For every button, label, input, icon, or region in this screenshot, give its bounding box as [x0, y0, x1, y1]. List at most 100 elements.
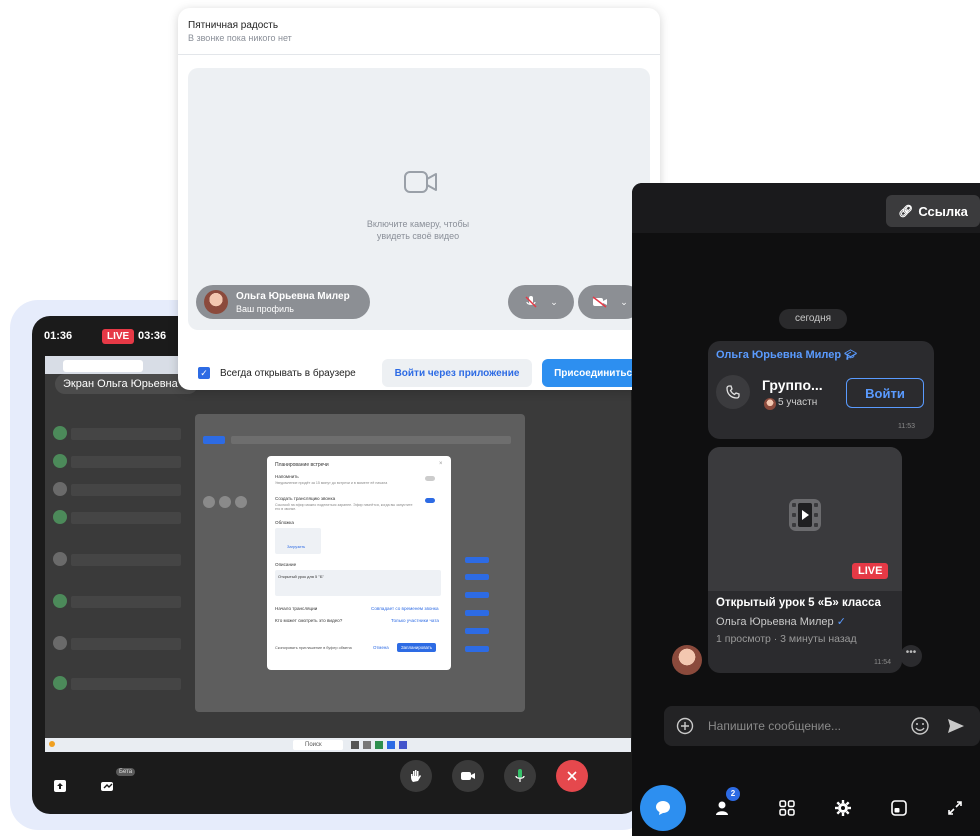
call-status: В звонке пока никого нет — [188, 33, 292, 43]
camera-off-icon — [592, 296, 608, 308]
chat-tab-button[interactable] — [640, 785, 686, 831]
taskbar-search[interactable]: Поиск — [293, 740, 343, 750]
microphone-off-icon — [525, 296, 537, 308]
message-time: 11:54 — [874, 659, 891, 666]
who-value[interactable]: Только участники чата — [391, 618, 439, 623]
camera-toggle-button[interactable] — [452, 760, 484, 792]
link-icon: 🔗︎ — [898, 204, 914, 218]
people-icon — [716, 801, 728, 815]
divider — [178, 54, 660, 55]
close-icon[interactable]: × — [439, 461, 443, 467]
always-browser-label: Всегда открывать в браузере — [220, 368, 356, 379]
emoji-icon[interactable] — [910, 716, 930, 736]
date-separator: сегодня — [779, 309, 847, 329]
microphone-menu-button[interactable]: ⌄ — [508, 285, 574, 319]
chat-panel: 🔗︎ Ссылка сегодня Ольга Юрьевна Милер 🎓︎… — [632, 183, 980, 836]
remind-label: Напомнить — [275, 474, 299, 479]
description-field[interactable]: Открытый урок для 5 "Б" — [275, 570, 441, 596]
who-label: Кто может смотреть это видео? — [275, 618, 343, 623]
call-title: Пятничная радость — [188, 20, 279, 31]
call-join-panel: Пятничная радость В звонке пока никого н… — [178, 8, 660, 390]
dialog-title: Планирование встречи — [275, 462, 329, 468]
schedule-button[interactable]: Запланировать — [397, 643, 437, 652]
always-browser-checkbox[interactable]: ✓ — [198, 367, 210, 379]
meeting-planning-dialog: Планирование встречи × Напомнить Уведомл… — [267, 456, 451, 670]
shared-screen: Экран Ольга Юрьевна М Планирование встре… — [45, 356, 631, 752]
video-camera-icon — [404, 171, 437, 193]
settings-button[interactable] — [826, 791, 860, 825]
call-members-count: 5 участн — [778, 397, 818, 408]
self-subtitle: Ваш профиль — [236, 304, 294, 314]
join-footer: ✓ Всегда открывать в браузере Войти чере… — [178, 344, 660, 390]
message-time: 11:53 — [898, 423, 915, 430]
video-thumbnail[interactable]: LIVE — [708, 447, 902, 591]
open-in-app-button[interactable]: Войти через приложение — [382, 359, 532, 387]
start-label: Начало трансляции — [275, 606, 318, 611]
cancel-button[interactable]: Отмена — [373, 645, 389, 650]
message-author[interactable]: Ольга Юрьевна Милер 🎓︎ — [716, 349, 857, 361]
apps-button[interactable] — [770, 791, 804, 825]
stream-toggle[interactable] — [425, 498, 435, 503]
graduation-cap-icon: 🎓︎ — [844, 350, 857, 361]
stream-label: Создать трансляцию звонка — [275, 496, 336, 501]
participants-badge: 2 — [726, 787, 740, 801]
microphone-icon — [515, 769, 525, 782]
call-message: Ольга Юрьевна Милер 🎓︎ Группо... 5 участ… — [708, 341, 934, 439]
more-options-button[interactable]: ••• — [900, 645, 922, 667]
gear-icon — [835, 800, 851, 816]
cover-upload[interactable]: Загрузить — [275, 528, 321, 554]
end-call-button[interactable] — [556, 760, 588, 792]
message-input[interactable]: Напишите сообщение... — [664, 706, 980, 746]
description-label: Описание — [275, 562, 297, 567]
join-call-button[interactable]: Войти — [846, 378, 924, 408]
list-item — [53, 552, 67, 566]
verified-icon: ✓ — [836, 616, 846, 628]
chat-header: 🔗︎ Ссылка — [632, 183, 980, 233]
self-profile-chip[interactable]: Ольга Юрьевна Милер Ваш профиль — [196, 285, 370, 319]
microphone-toggle-button[interactable] — [504, 760, 536, 792]
live-badge: LIVE — [852, 563, 889, 579]
list-item — [53, 454, 67, 468]
chat-bubble-icon — [656, 801, 670, 815]
camera-hint-line1: Включите камеру, чтобы — [366, 219, 470, 229]
film-play-icon — [789, 499, 821, 531]
video-author[interactable]: Ольга Юрьевна Милер ✓ — [716, 615, 846, 628]
list-item — [53, 594, 67, 608]
remind-sub: Уведомление придёт за 15 минут до встреч… — [275, 481, 388, 485]
avatar — [764, 398, 776, 410]
copy-invite-link[interactable]: Скопировать приглашение в буфер обмена — [275, 646, 352, 650]
screen-share-label: Экран Ольга Юрьевна М — [55, 374, 198, 394]
close-icon — [567, 771, 577, 781]
avatar[interactable] — [672, 645, 702, 675]
video-message[interactable]: LIVE Открытый урок 5 «Б» класса Ольга Юр… — [708, 447, 902, 673]
call-clock: 01:36 — [44, 330, 73, 342]
picture-in-picture-icon — [891, 800, 907, 816]
call-bottom-nav: 2 — [632, 769, 980, 836]
avatar — [204, 290, 228, 314]
call-title: Группо... — [762, 377, 823, 393]
start-value[interactable]: Совпадает со временем звонка — [371, 606, 439, 611]
video-stats: 1 просмотр · 3 минуты назад — [716, 633, 857, 645]
share-screen-button[interactable] — [46, 772, 74, 800]
remind-toggle[interactable] — [425, 476, 435, 481]
effects-button[interactable] — [94, 772, 122, 800]
camera-hint-line2: увидеть своё видео — [376, 231, 460, 241]
upload-icon — [54, 780, 66, 792]
chevron-down-icon: ⌄ — [550, 296, 558, 307]
send-icon[interactable] — [946, 716, 966, 736]
list-item — [53, 426, 67, 440]
list-item — [53, 510, 67, 524]
stream-sub: Ссылкой на эфир можно поделиться заранее… — [275, 503, 413, 511]
raise-hand-button[interactable] — [400, 760, 432, 792]
link-button[interactable]: 🔗︎ Ссылка — [886, 195, 980, 227]
video-title: Открытый урок 5 «Б» класса — [716, 597, 881, 609]
add-attachment-icon[interactable] — [676, 717, 694, 735]
layout-button[interactable] — [882, 791, 916, 825]
grid-icon — [779, 800, 795, 816]
fullscreen-button[interactable] — [938, 791, 972, 825]
list-item — [53, 636, 67, 650]
list-item — [53, 676, 67, 690]
message-placeholder: Напишите сообщение... — [708, 719, 842, 733]
live-badge: LIVE — [102, 329, 135, 344]
chevron-down-icon: ⌄ — [620, 296, 628, 307]
